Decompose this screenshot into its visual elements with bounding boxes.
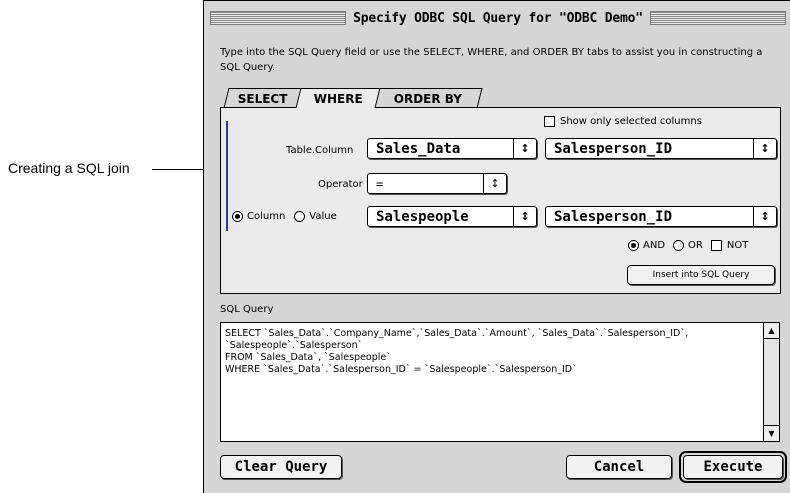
callout-label: Creating a SQL join <box>8 160 130 176</box>
sql-query-text[interactable]: SELECT `Sales_Data`.`Company_Name`,`Sale… <box>225 328 759 376</box>
intro-text: Type into the SQL Query field or use the… <box>220 47 763 73</box>
radio-or[interactable] <box>673 240 685 251</box>
logic-options: AND OR NOT <box>628 240 748 251</box>
column-popup[interactable]: Salesperson_ID ↕ <box>545 138 777 159</box>
tab-where[interactable]: WHERE <box>295 88 381 108</box>
radio-and-label: AND <box>643 240 666 251</box>
title-stripes <box>210 11 347 25</box>
operator-popup[interactable]: = ↕ <box>367 173 507 194</box>
not-checkbox[interactable] <box>710 240 722 251</box>
radio-column[interactable] <box>232 211 243 222</box>
right-table-popup[interactable]: Salespeople ↕ <box>367 206 537 227</box>
operator-label: Operator <box>318 179 363 190</box>
tab-select[interactable]: SELECT <box>223 88 303 108</box>
window-title: Specify ODBC SQL Query for "ODBC Demo" <box>353 10 643 26</box>
not-label: NOT <box>726 240 749 251</box>
updown-arrows-icon: ↕ <box>753 139 776 158</box>
radio-column-label: Column <box>247 211 286 222</box>
operator-popup-value: = <box>376 176 384 191</box>
table-popup-value: Sales_Data <box>376 140 461 157</box>
updown-arrows-icon: ↕ <box>513 207 536 226</box>
right-column-popup-value: Salesperson_ID <box>554 208 673 225</box>
show-selected-columns[interactable]: Show only selected columns <box>544 116 702 127</box>
sql-query-field[interactable]: SELECT `Sales_Data`.`Company_Name`,`Sale… <box>220 322 780 442</box>
odbc-query-dialog: Specify ODBC SQL Query for "ODBC Demo" T… <box>203 0 790 493</box>
join-indicator-line <box>226 121 228 231</box>
table-popup[interactable]: Sales_Data ↕ <box>367 138 537 159</box>
right-column-popup[interactable]: Salesperson_ID ↕ <box>545 206 777 227</box>
scroll-down-icon[interactable]: ▼ <box>764 425 779 441</box>
column-value-radio-group: Column Value <box>232 211 337 222</box>
tab-order-by[interactable]: ORDER BY <box>373 88 483 108</box>
radio-or-label: OR <box>688 240 703 251</box>
updown-arrows-icon: ↕ <box>483 174 506 193</box>
sql-scrollbar[interactable]: ▲ ▼ <box>763 323 779 441</box>
execute-button[interactable]: Execute <box>683 455 783 479</box>
show-selected-checkbox[interactable] <box>544 116 555 127</box>
updown-arrows-icon: ↕ <box>513 139 536 158</box>
radio-value[interactable] <box>294 211 306 222</box>
cancel-button[interactable]: Cancel <box>566 455 672 479</box>
updown-arrows-icon: ↕ <box>753 207 776 226</box>
clear-query-button[interactable]: Clear Query <box>220 455 342 479</box>
title-stripes <box>649 11 787 25</box>
sql-query-label: SQL Query <box>220 304 274 315</box>
radio-value-label: Value <box>309 211 337 222</box>
title-bar[interactable]: Specify ODBC SQL Query for "ODBC Demo" <box>210 7 787 29</box>
show-selected-label: Show only selected columns <box>560 116 702 127</box>
insert-into-sql-button[interactable]: Insert into SQL Query <box>627 265 775 285</box>
radio-and[interactable] <box>628 240 639 251</box>
right-table-popup-value: Salespeople <box>376 208 469 225</box>
scroll-up-icon[interactable]: ▲ <box>764 323 779 339</box>
column-popup-value: Salesperson_ID <box>554 140 673 157</box>
table-column-label: Table.Column <box>286 145 354 156</box>
